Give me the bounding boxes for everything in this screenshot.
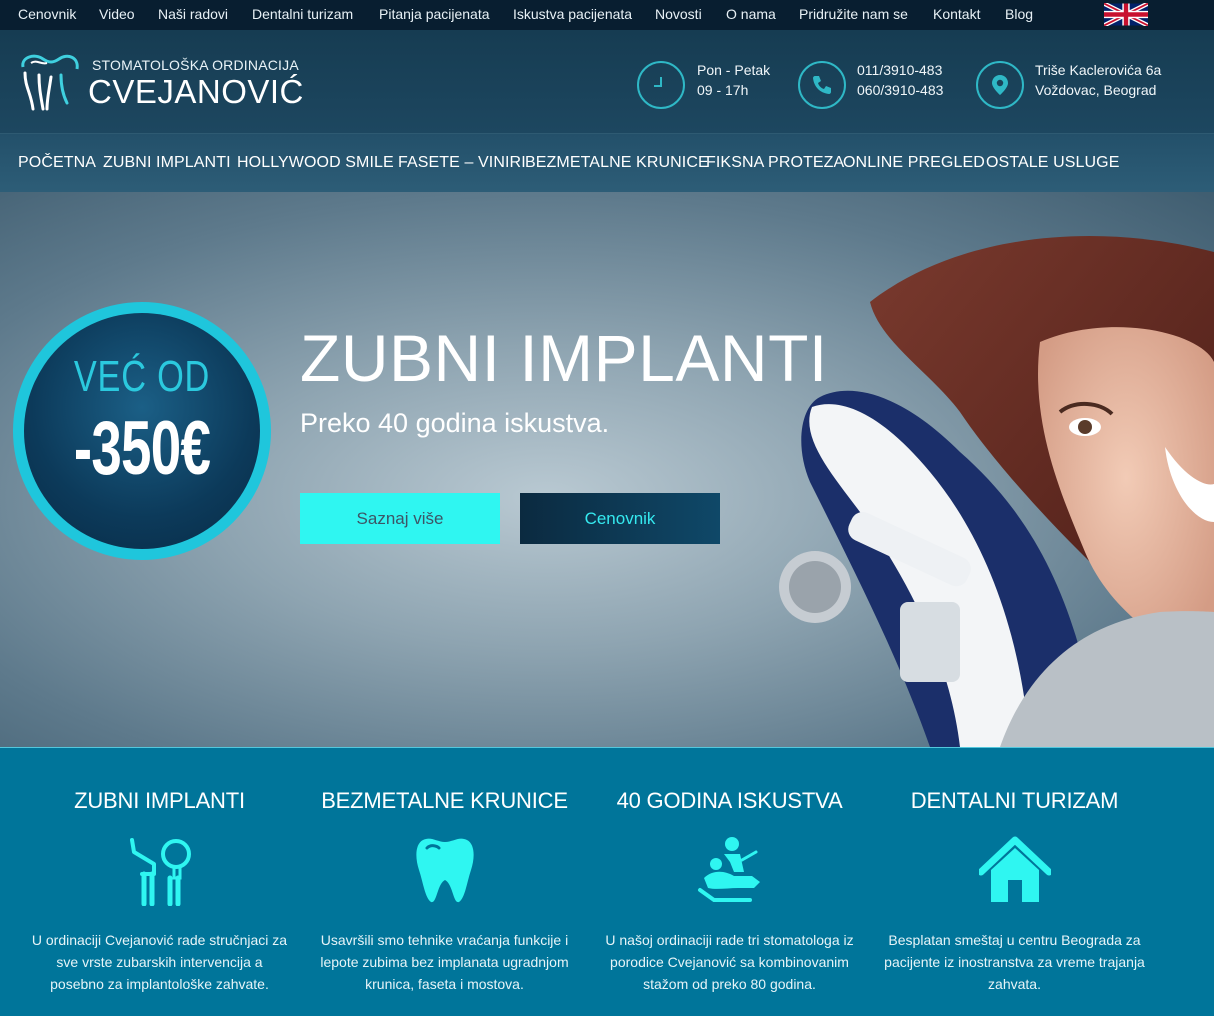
topnav-cenovnik[interactable]: Cenovnik — [18, 6, 76, 22]
topnav-pridruzite-nam-se[interactable]: Pridružite nam se — [799, 6, 908, 22]
hero-banner: VEĆ OD -350€ ZUBNI IMPLANTI Preko 40 god… — [0, 192, 1214, 747]
topnav-video[interactable]: Video — [99, 6, 135, 22]
topnav-iskustva-pacijenata[interactable]: Iskustva pacijenata — [513, 6, 632, 22]
clock-icon — [637, 61, 685, 109]
feature-zubni-implanti[interactable]: ZUBNI IMPLANTI U ordinaciji Cvejanović r… — [17, 748, 302, 1016]
top-bar: Cenovnik Video Naši radovi Dentalni turi… — [0, 0, 1214, 30]
topnav-dentalni-turizam[interactable]: Dentalni turizam — [252, 6, 353, 22]
working-hours: Pon - Petak 09 - 17h — [697, 62, 771, 98]
features-section: ZUBNI IMPLANTI U ordinaciji Cvejanović r… — [0, 747, 1214, 1016]
tooth-logo-icon[interactable] — [17, 53, 85, 113]
feature-text: U našoj ordinaciji rade tri stomatologa … — [605, 932, 854, 992]
nav-zubni-implanti[interactable]: ZUBNI IMPLANTI — [103, 154, 231, 172]
tooth-icon — [416, 838, 474, 903]
learn-more-button[interactable]: Saznaj više — [300, 493, 500, 544]
feature-text: U ordinaciji Cvejanović rade stručnjaci … — [31, 932, 288, 992]
logo-title[interactable]: CVEJANOVIĆ — [88, 73, 304, 111]
dentist-chair-icon — [698, 837, 760, 902]
topnav-pitanja-pacijenata[interactable]: Pitanja pacijenata — [379, 6, 490, 22]
feature-title: BEZMETALNE KRUNICE — [321, 788, 568, 813]
logo-subtitle: STOMATOLOŠKA ORDINACIJA — [92, 57, 299, 73]
nav-online-pregled[interactable]: ONLINE PREGLED — [843, 154, 985, 172]
topnav-novosti[interactable]: Novosti — [655, 6, 702, 22]
hero-title: ZUBNI IMPLANTI — [300, 321, 828, 395]
nav-ostale-usluge[interactable]: OSTALE USLUGE — [986, 154, 1120, 172]
phone-numbers: 011/3910-483 060/3910-483 — [857, 62, 944, 98]
main-nav: POČETNA ZUBNI IMPLANTI HOLLYWOOD SMILE F… — [0, 134, 1214, 192]
price-list-button[interactable]: Cenovnik — [520, 493, 720, 544]
nav-bezmetalne-krunice[interactable]: BEZMETALNE KRUNICE — [525, 154, 709, 172]
house-icon — [979, 836, 1051, 902]
nav-fasete-viniri[interactable]: FASETE – VINIRI — [398, 154, 526, 172]
topnav-nasi-radovi[interactable]: Naši radovi — [158, 6, 228, 22]
feature-40-godina-iskustva[interactable]: 40 GODINA ISKUSTVA U našoj ordinaciji ra… — [587, 748, 872, 1016]
feature-title: DENTALNI TURIZAM — [910, 788, 1119, 813]
location-pin-icon — [976, 61, 1024, 109]
nav-fiksna-proteza[interactable]: FIKSNA PROTEZA — [706, 154, 844, 172]
badge-price: -350€ — [73, 406, 211, 491]
site-header: STOMATOLOŠKA ORDINACIJA CVEJANOVIĆ Pon -… — [0, 30, 1214, 134]
address: Triše Kaclerovića 6a Voždovac, Beograd — [1035, 62, 1162, 98]
english-flag-icon[interactable] — [1104, 3, 1148, 26]
topnav-o-nama[interactable]: O nama — [726, 6, 776, 22]
hero-subtitle: Preko 40 godina iskustva. — [300, 408, 610, 438]
nav-pocetna[interactable]: POČETNA — [18, 154, 96, 172]
topnav-blog[interactable]: Blog — [1005, 6, 1033, 22]
feature-title: ZUBNI IMPLANTI — [74, 788, 245, 813]
feature-dentalni-turizam[interactable]: DENTALNI TURIZAM Besplatan smeštaj u cen… — [872, 748, 1157, 1016]
badge-from-text: VEĆ OD — [73, 352, 211, 401]
feature-text: Besplatan smeštaj u centru Beograda za p… — [884, 932, 1145, 992]
phone-icon — [798, 61, 846, 109]
feature-title: 40 GODINA ISKUSTVA — [616, 788, 843, 813]
nav-hollywood-smile[interactable]: HOLLYWOOD SMILE — [237, 154, 394, 172]
feature-text: Usavršili smo tehnike vraćanja funkcije … — [320, 932, 569, 992]
topnav-kontakt[interactable]: Kontakt — [933, 6, 980, 22]
feature-bezmetalne-krunice[interactable]: BEZMETALNE KRUNICE Usavršili smo tehnike… — [302, 748, 587, 1016]
dental-tools-icon — [130, 838, 191, 906]
